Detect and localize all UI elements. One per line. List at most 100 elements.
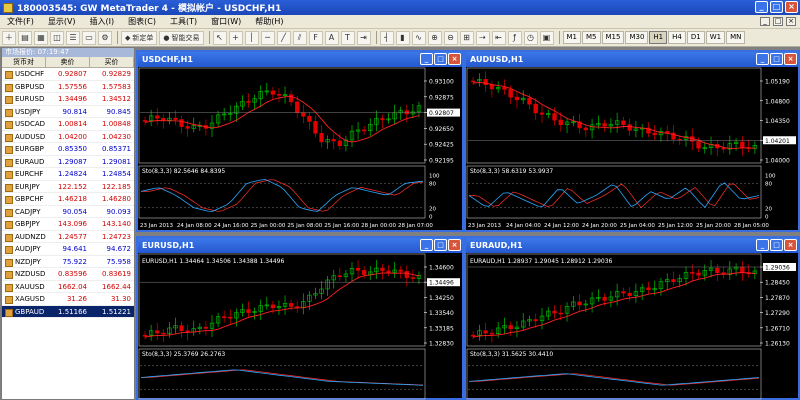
timeframe-h1[interactable]: H1 <box>649 31 668 44</box>
candle-chart-icon[interactable]: ▮ <box>395 30 410 45</box>
chart-minimize-button[interactable]: _ <box>420 53 433 65</box>
market-watch-row[interactable]: EURCHF 1.24824 1.24854 <box>2 168 134 181</box>
profiles-icon[interactable]: ▤ <box>18 30 32 45</box>
market-watch-row[interactable]: GBPAUD 1.51166 1.51221 <box>2 305 134 318</box>
price-label: 1.28450 <box>765 280 790 287</box>
menu-help[interactable]: 帮助(H) <box>248 16 290 27</box>
market-watch-row[interactable]: EURJPY 122.152 122.185 <box>2 181 134 193</box>
data-window-icon[interactable]: ◫ <box>50 30 64 45</box>
terminal-icon[interactable]: ▭ <box>82 30 96 45</box>
menu-insert[interactable]: 插入(I) <box>83 16 122 27</box>
chart-close-button[interactable]: × <box>448 239 461 251</box>
chart-canvas-euraud[interactable]: EURAUD,H1 1.28937 1.29045 1.28912 1.2903… <box>466 253 798 400</box>
market-watch-row[interactable]: NZDUSD 0.83596 0.83619 <box>2 268 134 281</box>
menu-tools[interactable]: 工具(T) <box>163 16 204 27</box>
maximize-button[interactable]: □ <box>770 1 783 13</box>
text-icon[interactable]: A <box>324 30 339 45</box>
market-watch-row[interactable]: XAGUSD 31.26 31.30 <box>2 293 134 306</box>
market-watch-row[interactable]: EURAUD 1.29087 1.29081 <box>2 156 134 168</box>
auto-scroll-icon[interactable]: ⇢ <box>475 30 490 45</box>
timeframe-m1[interactable]: M1 <box>562 31 581 44</box>
timeframe-mn[interactable]: MN <box>726 31 746 44</box>
fibonacci-icon[interactable]: F <box>308 30 323 45</box>
column-ask[interactable]: 买价 <box>90 57 134 67</box>
close-button[interactable]: × <box>785 1 798 13</box>
cursor-icon[interactable]: ↖ <box>212 30 227 45</box>
market-watch-icon[interactable]: ▦ <box>34 30 48 45</box>
mdi-close-button[interactable]: × <box>786 17 796 26</box>
chart-shift-icon[interactable]: ⇤ <box>491 30 506 45</box>
chart-maximize-button[interactable]: □ <box>434 239 447 251</box>
mdi-minimize-button[interactable]: _ <box>760 17 770 26</box>
chart-close-button[interactable]: × <box>448 53 461 65</box>
market-watch-row[interactable]: EURUSD 1.34496 1.34512 <box>2 93 134 106</box>
market-watch-row[interactable]: USDCHF 0.92807 0.92829 <box>2 68 134 81</box>
minimize-button[interactable]: _ <box>755 1 768 13</box>
menu-window[interactable]: 窗口(W) <box>204 16 248 27</box>
bar-chart-icon[interactable]: ┤ <box>379 30 394 45</box>
market-watch-row[interactable]: EURGBP 0.85350 0.85371 <box>2 143 134 156</box>
column-symbol[interactable]: 货币对 <box>2 57 46 67</box>
column-bid[interactable]: 卖价 <box>46 57 90 67</box>
zoom-in-icon[interactable]: ⊕ <box>427 30 442 45</box>
chart-window-audusd[interactable]: AUDUSD,H1 _ □ × 1.05190 1.04800 1.04350 1.0… <box>464 50 800 232</box>
candle-body <box>142 120 148 122</box>
chart-window-eurusd[interactable]: EURUSD,H1 _ □ × EURUSD,H1 1.34464 1.3450… <box>136 236 464 400</box>
market-watch-row[interactable]: AUDUSD 1.04200 1.04230 <box>2 131 134 143</box>
chart-minimize-button[interactable]: _ <box>420 239 433 251</box>
chart-minimize-button[interactable]: _ <box>756 239 769 251</box>
timeframe-d1[interactable]: D1 <box>686 31 705 44</box>
market-watch-row[interactable]: USDCAD 1.00814 1.00848 <box>2 118 134 131</box>
vertical-line-icon[interactable]: │ <box>244 30 259 45</box>
market-watch-row[interactable]: GBPUSD 1.57556 1.57583 <box>2 81 134 93</box>
chart-maximize-button[interactable]: □ <box>770 53 783 65</box>
chart-close-button[interactable]: × <box>784 239 797 251</box>
channel-icon[interactable]: ⫽ <box>292 30 307 45</box>
market-watch-row[interactable]: GBPJPY 143.096 143.140 <box>2 218 134 231</box>
market-watch-row[interactable]: NZDJPY 75.922 75.958 <box>2 256 134 268</box>
menu-file[interactable]: 文件(F) <box>0 16 41 27</box>
auto-trading-button[interactable]: ● 智能交易 <box>159 30 204 45</box>
market-watch-row[interactable]: CADJPY 90.054 90.093 <box>2 206 134 218</box>
menu-view[interactable]: 显示(V) <box>41 16 83 27</box>
ask-cell: 1.57583 <box>102 82 131 91</box>
chart-close-button[interactable]: × <box>784 53 797 65</box>
timeframe-h4[interactable]: H4 <box>668 31 686 44</box>
chart-maximize-button[interactable]: □ <box>770 239 783 251</box>
tile-windows-icon[interactable]: ⊞ <box>459 30 474 45</box>
market-watch-row[interactable]: GBPCHF 1.46218 1.46280 <box>2 193 134 206</box>
new-order-button[interactable]: ◆ 新定单 <box>121 30 158 45</box>
market-watch-row[interactable]: USDJPY 90.814 90.845 <box>2 106 134 118</box>
new-chart-icon[interactable]: ＋ <box>2 30 16 45</box>
chart-minimize-button[interactable]: _ <box>756 53 769 65</box>
crosshair-icon[interactable]: + <box>228 30 243 45</box>
line-chart-icon[interactable]: ∿ <box>411 30 426 45</box>
label-icon[interactable]: T <box>340 30 355 45</box>
market-watch-row[interactable]: XAUUSD 1662.04 1662.44 <box>2 281 134 293</box>
timeframe-m15[interactable]: M15 <box>601 31 625 44</box>
chart-canvas-audusd[interactable]: 1.05190 1.04800 1.04350 1.04201 1.04000 Sto(8… <box>466 67 798 230</box>
chart-canvas-eurusd[interactable]: EURUSD,H1 1.34464 1.34506 1.34388 1.3449… <box>138 253 462 400</box>
chart-window-euraud[interactable]: EURAUD,H1 _ □ × EURAUD,H1 1.28937 1.2904… <box>464 236 800 400</box>
menu-charts[interactable]: 图表(C) <box>121 16 163 27</box>
timeframe-m30[interactable]: M30 <box>625 31 649 44</box>
arrow-icon[interactable]: ⇥ <box>356 30 371 45</box>
candle-body <box>161 332 166 335</box>
navigator-icon[interactable]: ☰ <box>66 30 80 45</box>
zoom-out-icon[interactable]: ⊖ <box>443 30 458 45</box>
timeframe-m5[interactable]: M5 <box>582 31 601 44</box>
mdi-restore-button[interactable]: □ <box>773 17 783 26</box>
price-label: 1.27290 <box>765 310 790 317</box>
chart-window-usdchf[interactable]: USDCHF,H1 _ □ × 0.93100 0.92875 0.92807 0.9… <box>136 50 464 232</box>
periods-icon[interactable]: ◷ <box>523 30 538 45</box>
market-watch-row[interactable]: AUDJPY 94.641 94.672 <box>2 243 134 256</box>
tester-icon[interactable]: ⚙ <box>98 30 112 45</box>
templates-icon[interactable]: ▣ <box>539 30 554 45</box>
timeframe-w1[interactable]: W1 <box>705 31 726 44</box>
chart-canvas-usdchf[interactable]: 0.93100 0.92875 0.92807 0.92650 0.92425 0.921… <box>138 67 462 230</box>
indicators-icon[interactable]: ƒ <box>507 30 522 45</box>
market-watch-row[interactable]: AUDNZD 1.24577 1.24723 <box>2 231 134 243</box>
trendline-icon[interactable]: ╱ <box>276 30 291 45</box>
chart-maximize-button[interactable]: □ <box>434 53 447 65</box>
horizontal-line-icon[interactable]: ─ <box>260 30 275 45</box>
